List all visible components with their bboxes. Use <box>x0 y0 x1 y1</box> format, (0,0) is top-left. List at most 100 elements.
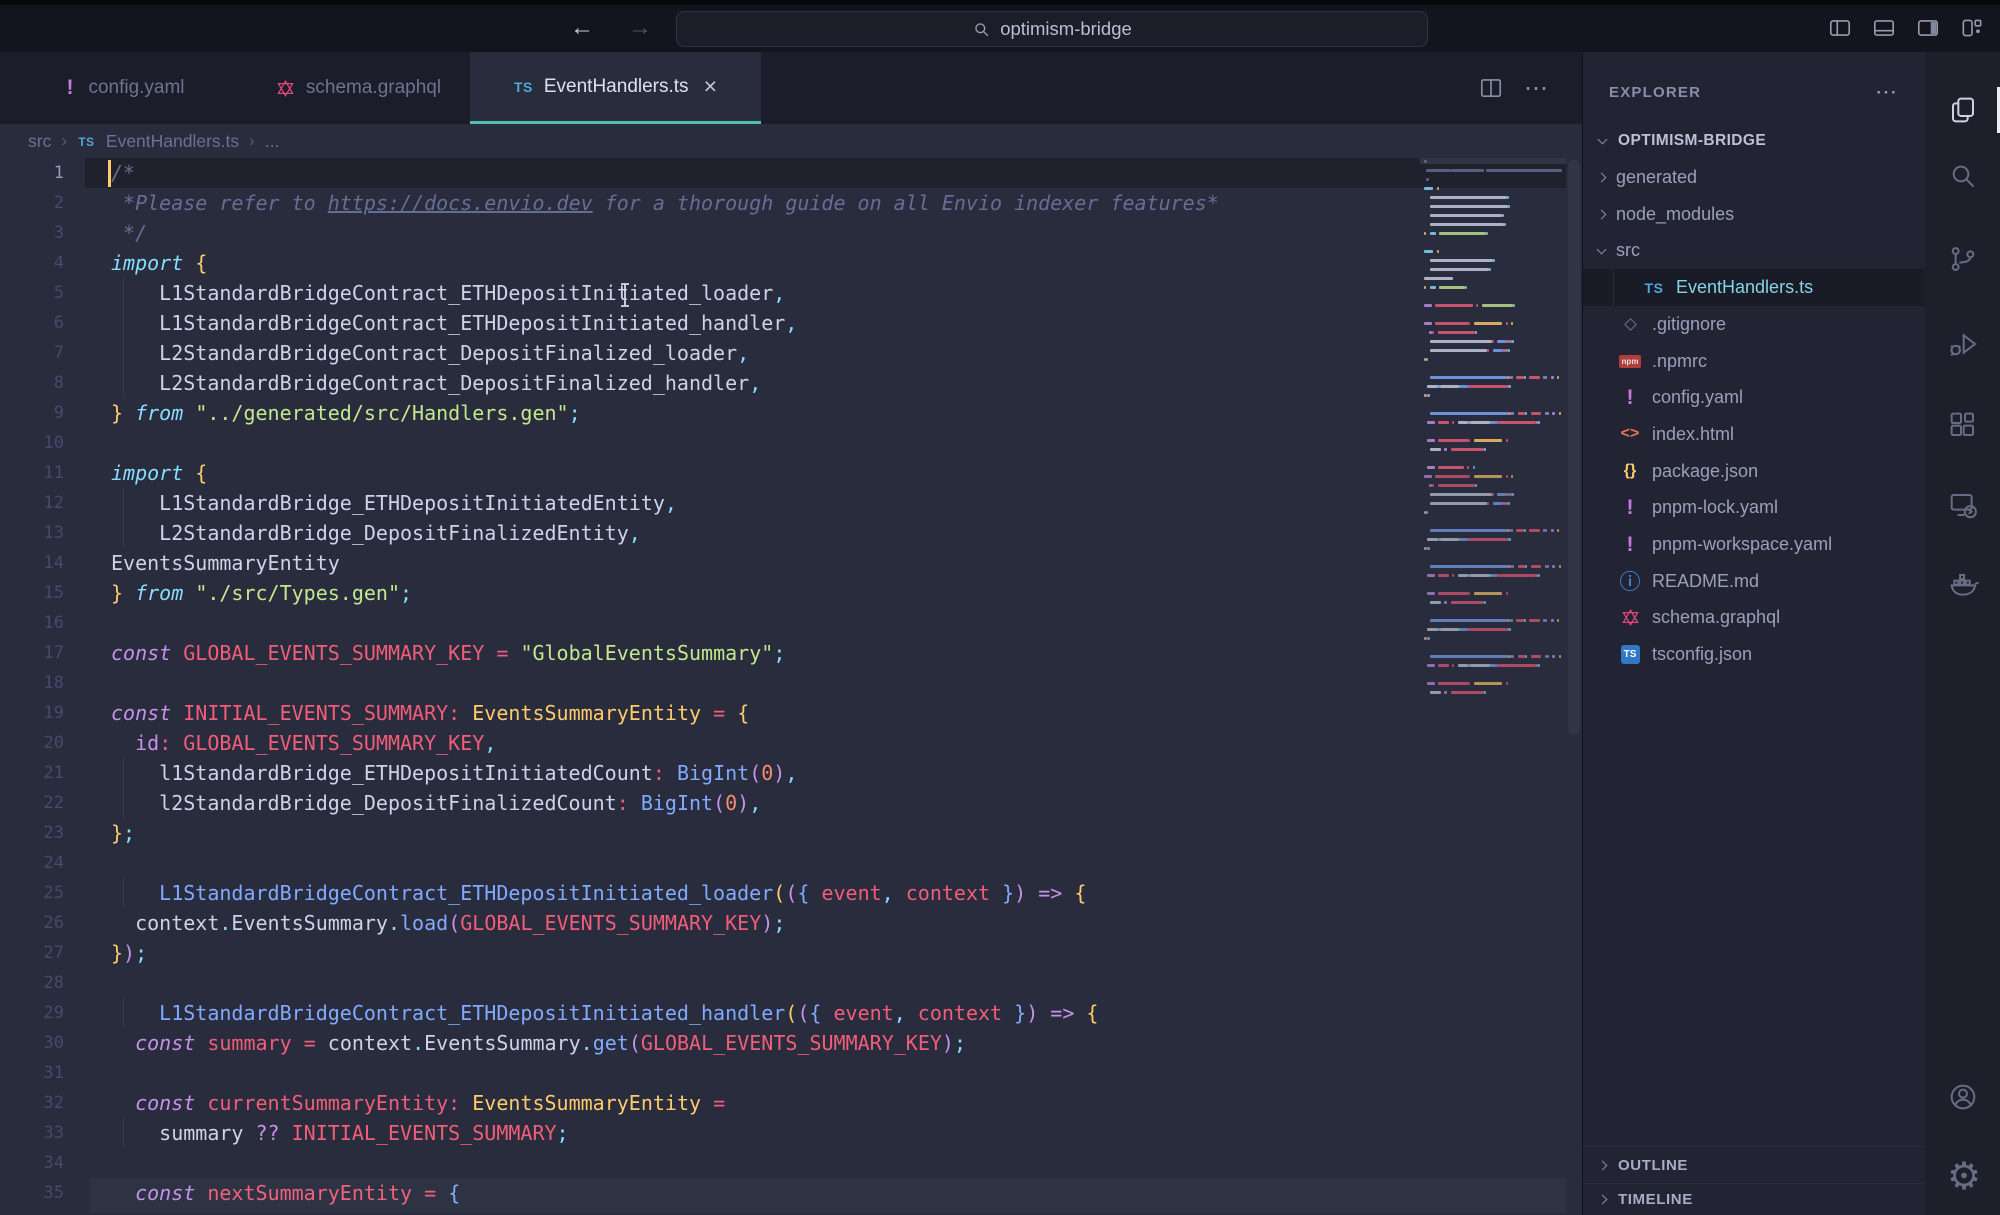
split-editor-icon[interactable] <box>1478 75 1504 101</box>
chevron-right-icon <box>1598 1195 1608 1205</box>
code-line[interactable]: 5 L1StandardBridgeContract_ETHDepositIni… <box>0 278 1566 308</box>
explorer-item-index.html[interactable]: <>index.html <box>1583 416 1925 453</box>
explorer-item-label: EventHandlers.ts <box>1676 277 1813 298</box>
forward-icon[interactable]: → <box>628 14 652 42</box>
activity-bar: ⚙ <box>1925 52 2000 1215</box>
code-line[interactable]: 23}; <box>0 818 1566 848</box>
code-line[interactable]: 20 id: GLOBAL_EVENTS_SUMMARY_KEY, <box>0 728 1566 758</box>
explorer-item-README.md[interactable]: ⓘREADME.md <box>1583 563 1925 600</box>
code-line[interactable]: 11import { <box>0 458 1566 488</box>
extensions-icon <box>1947 409 1979 441</box>
account-icon[interactable] <box>1947 1081 1979 1113</box>
line-number: 9 <box>0 398 64 428</box>
code-line[interactable]: 27}); <box>0 938 1566 968</box>
vertical-scrollbar[interactable] <box>1566 158 1582 1215</box>
search-icon[interactable] <box>1947 160 1979 192</box>
explorer-item-.npmrc[interactable]: npm.npmrc <box>1583 343 1925 380</box>
chevron-down-icon <box>1597 244 1607 254</box>
code-line[interactable]: 24 <box>0 848 1566 878</box>
explorer-more-actions-icon[interactable]: ⋯ <box>1875 79 1899 105</box>
code-line[interactable]: 25 L1StandardBridgeContract_ETHDepositIn… <box>0 878 1566 908</box>
code-line[interactable]: 17const GLOBAL_EVENTS_SUMMARY_KEY = "Glo… <box>0 638 1566 668</box>
more-actions-icon[interactable]: ⋯ <box>1524 74 1550 103</box>
layout-customize-icon[interactable] <box>1958 15 1986 41</box>
section-timeline[interactable]: TIMELINE <box>1583 1183 1925 1215</box>
source-control-icon[interactable] <box>1947 243 1979 275</box>
tab-config.yaml[interactable]: !config.yaml <box>0 52 247 124</box>
code-line[interactable]: 21 l1StandardBridge_ETHDepositInitiatedC… <box>0 758 1566 788</box>
layout-panel-bottom-icon[interactable] <box>1870 15 1898 41</box>
explorer-item-pnpm-lock.yaml[interactable]: !pnpm-lock.yaml <box>1583 489 1925 526</box>
breadcrumb-segment[interactable]: EventHandlers.ts <box>106 131 239 152</box>
explorer-item-node_modules[interactable]: node_modules <box>1583 196 1925 233</box>
code-line[interactable]: 29 L1StandardBridgeContract_ETHDepositIn… <box>0 998 1566 1028</box>
horizontal-scrollbar[interactable] <box>90 1178 1566 1213</box>
code-line[interactable]: 18 <box>0 668 1566 698</box>
search-icon <box>972 20 991 39</box>
docker-icon <box>1947 568 1979 600</box>
code-line[interactable]: 16 <box>0 608 1566 638</box>
code-line[interactable]: 6 L1StandardBridgeContract_ETHDepositIni… <box>0 308 1566 338</box>
layout-sidebar-right-icon[interactable] <box>1914 15 1942 41</box>
code-line[interactable]: 28 <box>0 968 1566 998</box>
line-number: 16 <box>0 608 64 638</box>
editor-actions: ⋯ <box>1478 52 1550 124</box>
text-cursor <box>108 160 111 187</box>
root-folder-label: OPTIMISM-BRIDGE <box>1618 132 1766 150</box>
code-line[interactable]: 19const INITIAL_EVENTS_SUMMARY: EventsSu… <box>0 698 1566 728</box>
command-center-search[interactable]: optimism-bridge <box>676 11 1428 47</box>
code-line[interactable]: 13 L2StandardBridge_DepositFinalizedEnti… <box>0 518 1566 548</box>
source-control-icon <box>1947 243 1979 275</box>
code-line[interactable]: 4import { <box>0 248 1566 278</box>
section-outline[interactable]: OUTLINE <box>1583 1146 1925 1183</box>
explorer-item-generated[interactable]: generated <box>1583 159 1925 196</box>
code-line[interactable]: 9} from "../generated/src/Handlers.gen"; <box>0 398 1566 428</box>
run-debug-icon[interactable] <box>1947 328 1979 360</box>
code-line[interactable]: 10 <box>0 428 1566 458</box>
minimap[interactable] <box>1420 158 1566 878</box>
tab-schema.graphql[interactable]: schema.graphql <box>247 52 470 124</box>
code-line[interactable]: 30 const summary = context.EventsSummary… <box>0 1028 1566 1058</box>
files-icon[interactable] <box>1947 94 1979 126</box>
breadcrumb-segment[interactable]: ... <box>265 131 280 152</box>
yaml-icon: ! <box>62 76 77 100</box>
tab-label: schema.graphql <box>306 77 441 99</box>
code-line[interactable]: 1/* <box>0 158 1566 188</box>
code-line[interactable]: 26 context.EventsSummary.load(GLOBAL_EVE… <box>0 908 1566 938</box>
code-line[interactable]: 33 summary ?? INITIAL_EVENTS_SUMMARY; <box>0 1118 1566 1148</box>
explorer-item-config.yaml[interactable]: !config.yaml <box>1583 379 1925 416</box>
settings-gear-icon[interactable]: ⚙ <box>1947 1161 1979 1193</box>
code-line[interactable]: 15} from "./src/Types.gen"; <box>0 578 1566 608</box>
explorer-root-folder[interactable]: OPTIMISM-BRIDGE <box>1583 122 1925 159</box>
code-line[interactable]: 7 L2StandardBridgeContract_DepositFinali… <box>0 338 1566 368</box>
layout-sidebar-left-icon[interactable] <box>1826 15 1854 41</box>
line-number: 13 <box>0 518 64 548</box>
code-line[interactable]: 12 L1StandardBridge_ETHDepositInitiatedE… <box>0 488 1566 518</box>
docker-icon[interactable] <box>1947 568 1979 600</box>
code-line[interactable]: 14EventsSummaryEntity <box>0 548 1566 578</box>
gitignore-icon <box>1624 318 1637 331</box>
extensions-icon[interactable] <box>1947 409 1979 441</box>
line-number: 31 <box>0 1058 64 1088</box>
back-icon[interactable]: ← <box>570 14 594 42</box>
explorer-item-EventHandlers.ts[interactable]: TSEventHandlers.ts <box>1583 269 1925 306</box>
explorer-item-src[interactable]: src <box>1583 232 1925 269</box>
close-tab-icon[interactable]: × <box>704 73 717 100</box>
code-editor[interactable]: 1/*2 *Please refer to https://docs.envio… <box>0 158 1582 1215</box>
code-line[interactable]: 2 *Please refer to https://docs.envio.de… <box>0 188 1566 218</box>
code-line[interactable]: 8 L2StandardBridgeContract_DepositFinali… <box>0 368 1566 398</box>
explorer-item-pnpm-workspace.yaml[interactable]: !pnpm-workspace.yaml <box>1583 526 1925 563</box>
tab-EventHandlers.ts[interactable]: TSEventHandlers.ts× <box>470 52 761 124</box>
explorer-item-package.json[interactable]: {}package.json <box>1583 453 1925 490</box>
code-line[interactable]: 34 <box>0 1148 1566 1178</box>
remote-explorer-icon[interactable] <box>1947 489 1979 521</box>
layout-panel-bottom-icon <box>1870 15 1898 41</box>
explorer-item-.gitignore[interactable]: .gitignore <box>1583 306 1925 343</box>
code-line[interactable]: 22 l2StandardBridge_DepositFinalizedCoun… <box>0 788 1566 818</box>
code-line[interactable]: 3 */ <box>0 218 1566 248</box>
explorer-item-schema.graphql[interactable]: schema.graphql <box>1583 599 1925 636</box>
code-line[interactable]: 32 const currentSummaryEntity: EventsSum… <box>0 1088 1566 1118</box>
code-line[interactable]: 31 <box>0 1058 1566 1088</box>
breadcrumb-segment[interactable]: src <box>28 131 51 152</box>
explorer-item-tsconfig.json[interactable]: TStsconfig.json <box>1583 636 1925 673</box>
